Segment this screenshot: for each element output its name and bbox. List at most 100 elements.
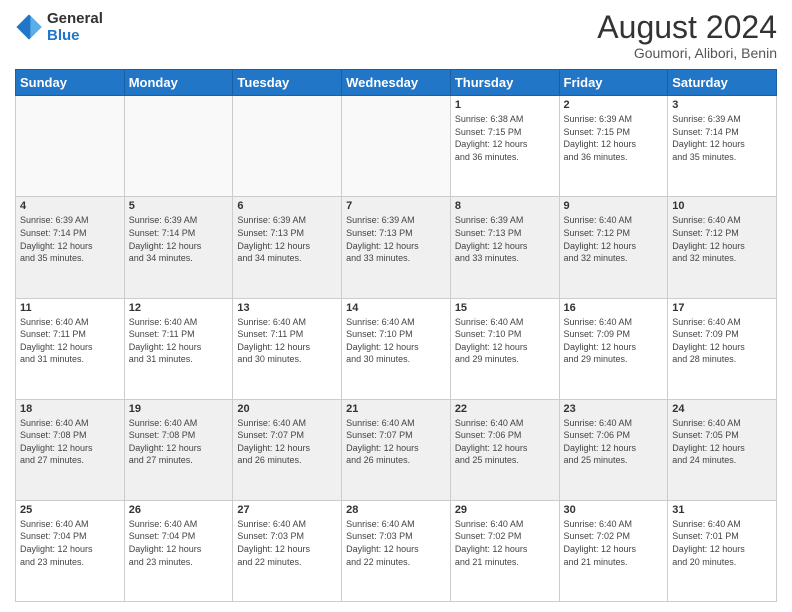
- calendar-cell: 23 Sunrise: 6:40 AM Sunset: 7:06 PM Dayli…: [559, 399, 668, 500]
- calendar-cell: 24 Sunrise: 6:40 AM Sunset: 7:05 PM Dayli…: [668, 399, 777, 500]
- calendar-cell: 12Sunrise: 6:40 AM Sunset: 7:11 PM Dayli…: [124, 298, 233, 399]
- calendar-cell: [124, 96, 233, 197]
- calendar-cell: 17Sunrise: 6:40 AM Sunset: 7:09 PM Dayli…: [668, 298, 777, 399]
- day-info: Sunrise: 6:39 AM Sunset: 7:14 PM Dayligh…: [20, 214, 120, 264]
- day-number: 21: [346, 403, 446, 415]
- day-number: 6: [237, 200, 337, 212]
- header: General Blue August 2024 Goumori, Alibor…: [15, 10, 777, 61]
- day-info: Sunrise: 6:39 AM Sunset: 7:13 PM Dayligh…: [237, 214, 337, 264]
- calendar-cell: 2 Sunrise: 6:39 AM Sunset: 7:15 PM Daylig…: [559, 96, 668, 197]
- calendar-cell: 22 Sunrise: 6:40 AM Sunset: 7:06 PM Dayli…: [450, 399, 559, 500]
- day-number: 29: [455, 504, 555, 516]
- calendar-cell: 11 Sunrise: 6:40 AM Sunset: 7:11 PM Dayli…: [16, 298, 125, 399]
- day-number: 14: [346, 302, 446, 314]
- day-info: Sunrise: 6:40 AM Sunset: 7:11 PM Dayligh…: [129, 316, 229, 366]
- calendar-cell: 10 Sunrise: 6:40 AM Sunset: 7:12 PM Dayli…: [668, 197, 777, 298]
- logo: General Blue: [15, 10, 103, 44]
- day-info: Sunrise: 6:40 AM Sunset: 7:07 PM Dayligh…: [346, 417, 446, 467]
- day-info: Sunrise: 6:39 AM Sunset: 7:13 PM Dayligh…: [455, 214, 555, 264]
- day-number: 2: [564, 99, 664, 111]
- calendar-cell: 4 Sunrise: 6:39 AM Sunset: 7:14 PM Daylig…: [16, 197, 125, 298]
- calendar-cell: 18 Sunrise: 6:40 AM Sunset: 7:08 PM Dayli…: [16, 399, 125, 500]
- day-info: Sunrise: 6:40 AM Sunset: 7:05 PM Dayligh…: [672, 417, 772, 467]
- calendar-cell: [16, 96, 125, 197]
- day-info: Sunrise: 6:40 AM Sunset: 7:07 PM Dayligh…: [237, 417, 337, 467]
- day-info: Sunrise: 6:40 AM Sunset: 7:10 PM Dayligh…: [455, 316, 555, 366]
- day-number: 1: [455, 99, 555, 111]
- calendar-cell: 31 Sunrise: 6:40 AM Sunset: 7:01 PM Dayli…: [668, 500, 777, 601]
- calendar-cell: 8 Sunrise: 6:39 AM Sunset: 7:13 PM Daylig…: [450, 197, 559, 298]
- calendar-cell: 13 Sunrise: 6:40 AM Sunset: 7:11 PM Dayli…: [233, 298, 342, 399]
- day-info: Sunrise: 6:40 AM Sunset: 7:08 PM Dayligh…: [20, 417, 120, 467]
- calendar-cell: 15Sunrise: 6:40 AM Sunset: 7:10 PM Dayli…: [450, 298, 559, 399]
- day-info: Sunrise: 6:40 AM Sunset: 7:12 PM Dayligh…: [564, 214, 664, 264]
- day-number: 22: [455, 403, 555, 415]
- calendar-cell: [342, 96, 451, 197]
- day-number: 5: [129, 200, 229, 212]
- day-number: 30: [564, 504, 664, 516]
- day-info: Sunrise: 6:39 AM Sunset: 7:15 PM Dayligh…: [564, 113, 664, 163]
- header-wednesday: Wednesday: [342, 70, 451, 96]
- calendar-cell: 28Sunrise: 6:40 AM Sunset: 7:03 PM Dayli…: [342, 500, 451, 601]
- day-info: Sunrise: 6:40 AM Sunset: 7:11 PM Dayligh…: [20, 316, 120, 366]
- calendar-week-4: 25 Sunrise: 6:40 AM Sunset: 7:04 PM Dayli…: [16, 500, 777, 601]
- day-number: 4: [20, 200, 120, 212]
- day-number: 13: [237, 302, 337, 314]
- day-info: Sunrise: 6:40 AM Sunset: 7:03 PM Dayligh…: [237, 518, 337, 568]
- day-number: 19: [129, 403, 229, 415]
- day-info: Sunrise: 6:40 AM Sunset: 7:06 PM Dayligh…: [564, 417, 664, 467]
- calendar-week-2: 11 Sunrise: 6:40 AM Sunset: 7:11 PM Dayli…: [16, 298, 777, 399]
- day-info: Sunrise: 6:39 AM Sunset: 7:14 PM Dayligh…: [672, 113, 772, 163]
- calendar-cell: 27Sunrise: 6:40 AM Sunset: 7:03 PM Dayli…: [233, 500, 342, 601]
- calendar-cell: 14 Sunrise: 6:40 AM Sunset: 7:10 PM Dayli…: [342, 298, 451, 399]
- main-title: August 2024: [597, 10, 777, 45]
- day-number: 7: [346, 200, 446, 212]
- calendar-cell: 3Sunrise: 6:39 AM Sunset: 7:14 PM Daylig…: [668, 96, 777, 197]
- day-info: Sunrise: 6:40 AM Sunset: 7:04 PM Dayligh…: [20, 518, 120, 568]
- title-section: August 2024 Goumori, Alibori, Benin: [597, 10, 777, 61]
- day-number: 18: [20, 403, 120, 415]
- header-monday: Monday: [124, 70, 233, 96]
- day-info: Sunrise: 6:40 AM Sunset: 7:03 PM Dayligh…: [346, 518, 446, 568]
- day-number: 24: [672, 403, 772, 415]
- day-info: Sunrise: 6:40 AM Sunset: 7:02 PM Dayligh…: [564, 518, 664, 568]
- calendar-table: Sunday Monday Tuesday Wednesday Thursday…: [15, 69, 777, 602]
- day-info: Sunrise: 6:40 AM Sunset: 7:11 PM Dayligh…: [237, 316, 337, 366]
- subtitle: Goumori, Alibori, Benin: [597, 45, 777, 61]
- day-info: Sunrise: 6:39 AM Sunset: 7:13 PM Dayligh…: [346, 214, 446, 264]
- header-sunday: Sunday: [16, 70, 125, 96]
- day-info: Sunrise: 6:40 AM Sunset: 7:02 PM Dayligh…: [455, 518, 555, 568]
- day-number: 25: [20, 504, 120, 516]
- day-info: Sunrise: 6:40 AM Sunset: 7:12 PM Dayligh…: [672, 214, 772, 264]
- header-friday: Friday: [559, 70, 668, 96]
- calendar-week-0: 1Sunrise: 6:38 AM Sunset: 7:15 PM Daylig…: [16, 96, 777, 197]
- day-number: 10: [672, 200, 772, 212]
- day-number: 11: [20, 302, 120, 314]
- day-number: 23: [564, 403, 664, 415]
- calendar-cell: [233, 96, 342, 197]
- day-info: Sunrise: 6:40 AM Sunset: 7:10 PM Dayligh…: [346, 316, 446, 366]
- calendar-cell: 26Sunrise: 6:40 AM Sunset: 7:04 PM Dayli…: [124, 500, 233, 601]
- day-info: Sunrise: 6:40 AM Sunset: 7:06 PM Dayligh…: [455, 417, 555, 467]
- header-saturday: Saturday: [668, 70, 777, 96]
- day-info: Sunrise: 6:40 AM Sunset: 7:01 PM Dayligh…: [672, 518, 772, 568]
- calendar-header-row: Sunday Monday Tuesday Wednesday Thursday…: [16, 70, 777, 96]
- calendar-cell: 19Sunrise: 6:40 AM Sunset: 7:08 PM Dayli…: [124, 399, 233, 500]
- day-info: Sunrise: 6:39 AM Sunset: 7:14 PM Dayligh…: [129, 214, 229, 264]
- day-number: 16: [564, 302, 664, 314]
- calendar-cell: 7 Sunrise: 6:39 AM Sunset: 7:13 PM Daylig…: [342, 197, 451, 298]
- calendar-week-3: 18 Sunrise: 6:40 AM Sunset: 7:08 PM Dayli…: [16, 399, 777, 500]
- calendar-cell: 25 Sunrise: 6:40 AM Sunset: 7:04 PM Dayli…: [16, 500, 125, 601]
- page: General Blue August 2024 Goumori, Alibor…: [0, 0, 792, 612]
- day-number: 20: [237, 403, 337, 415]
- calendar-cell: 20 Sunrise: 6:40 AM Sunset: 7:07 PM Dayli…: [233, 399, 342, 500]
- calendar-cell: 16 Sunrise: 6:40 AM Sunset: 7:09 PM Dayli…: [559, 298, 668, 399]
- logo-icon: [15, 13, 43, 41]
- calendar-week-1: 4 Sunrise: 6:39 AM Sunset: 7:14 PM Daylig…: [16, 197, 777, 298]
- calendar-body: 1Sunrise: 6:38 AM Sunset: 7:15 PM Daylig…: [16, 96, 777, 602]
- day-number: 8: [455, 200, 555, 212]
- calendar-cell: 30 Sunrise: 6:40 AM Sunset: 7:02 PM Dayli…: [559, 500, 668, 601]
- day-number: 31: [672, 504, 772, 516]
- calendar-cell: 9Sunrise: 6:40 AM Sunset: 7:12 PM Daylig…: [559, 197, 668, 298]
- day-info: Sunrise: 6:40 AM Sunset: 7:09 PM Dayligh…: [564, 316, 664, 366]
